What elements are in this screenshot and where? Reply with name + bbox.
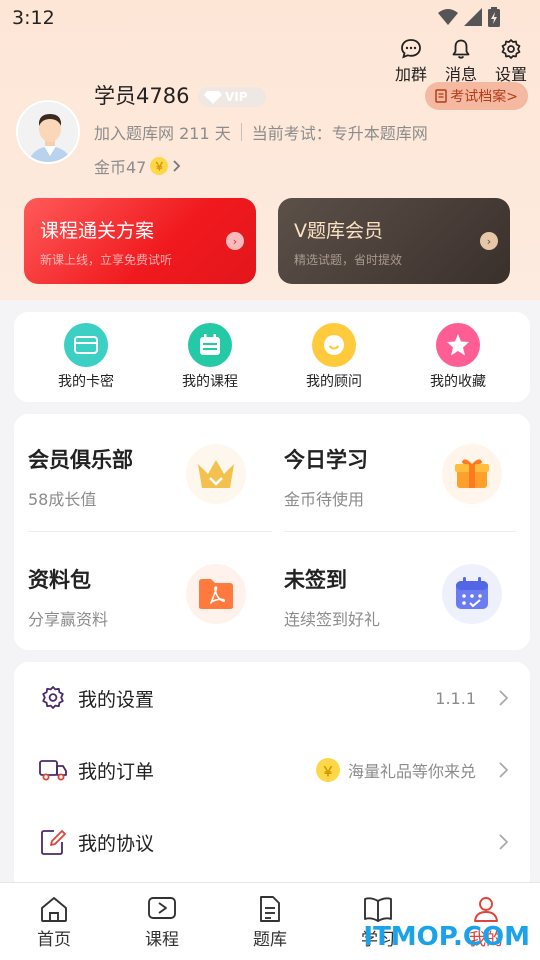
today-study-tile[interactable]: 今日学习 金币待使用 [284, 414, 516, 514]
gear-icon [501, 39, 521, 59]
exam-archive-button[interactable]: 考试档案> [425, 82, 528, 110]
chat-bubble-icon [401, 39, 421, 59]
status-bar: 3:12 [0, 0, 540, 36]
gear-icon [38, 683, 68, 713]
info-separator [240, 123, 242, 141]
top-actions: 加群 消息 设置 [392, 38, 530, 85]
grid-divider [284, 531, 516, 532]
card-icon [64, 323, 108, 367]
menu-item-agreement[interactable]: 我的协议 [38, 822, 510, 862]
my-favorites-label: 我的收藏 [430, 374, 486, 390]
menu-card: 我的设置 1.1.1 我的订单 ￥ 海量礼品等你来兑 我的协议 [14, 662, 530, 892]
vip-member-promo[interactable]: V题库会员 精选试题，省时提效 › [278, 198, 510, 284]
orders-promo: ￥ 海量礼品等你来兑 [315, 758, 476, 782]
chevron-right-icon [173, 160, 181, 172]
menu-orders-label: 我的订单 [78, 760, 155, 783]
my-courses-button[interactable]: 我的课程 [160, 323, 260, 391]
crown-icon [186, 444, 246, 504]
bell-icon [452, 39, 470, 59]
calendar-check-icon [442, 564, 502, 624]
my-card-key-label: 我的卡密 [58, 374, 114, 390]
chevron-right-icon: › [226, 232, 244, 250]
messages-button[interactable]: 消息 [442, 38, 480, 85]
today-study-subtitle: 金币待使用 [284, 490, 365, 509]
home-icon [41, 897, 67, 922]
resource-pack-tile[interactable]: 资料包 分享赢资料 [28, 534, 260, 634]
menu-settings-label: 我的设置 [78, 688, 155, 711]
coin-icon: ￥ [315, 758, 340, 782]
user-icon [474, 897, 498, 922]
course-plan-subtitle: 新课上线，立享免费试听 [40, 253, 173, 267]
tab-home-label: 首页 [37, 930, 71, 950]
tab-question-bank-label: 题库 [253, 930, 287, 950]
doc-icon [260, 896, 280, 922]
orders-promo-text: 海量礼品等你来兑 [347, 762, 476, 781]
my-favorites-button[interactable]: 我的收藏 [408, 323, 508, 391]
course-plan-title: 课程通关方案 [40, 220, 155, 242]
status-icons [438, 7, 500, 27]
pdf-folder-icon [186, 564, 246, 624]
current-exam-text[interactable]: 当前考试：专升本题库网 [252, 120, 428, 144]
member-club-subtitle: 58成长值 [28, 490, 97, 509]
coin-icon: ￥ [150, 157, 169, 175]
coin-balance[interactable]: 金币47 ￥ [94, 154, 182, 178]
tab-question-bank[interactable]: 题库 [216, 883, 324, 960]
coin-balance-text: 金币47 [94, 158, 147, 177]
username: 学员4786 [94, 84, 190, 108]
battery-icon [488, 7, 500, 27]
join-days-text: 加入题库网 211 天 [94, 124, 231, 143]
my-advisor-label: 我的顾问 [306, 374, 362, 390]
status-time: 3:12 [12, 7, 55, 29]
check-in-title: 未签到 [284, 568, 347, 592]
play-icon [148, 897, 176, 919]
avatar[interactable] [16, 100, 80, 164]
archive-icon [435, 89, 448, 103]
diamond-icon [204, 91, 222, 104]
chat-smile-icon [312, 323, 356, 367]
menu-agreement-label: 我的协议 [78, 832, 155, 855]
tab-courses-label: 课程 [145, 930, 179, 950]
app-version-text: 1.1.1 [435, 688, 476, 708]
signal-icon [464, 8, 482, 26]
my-card-key-button[interactable]: 我的卡密 [36, 323, 136, 391]
my-courses-label: 我的课程 [182, 374, 238, 390]
exam-archive-label: 考试档案> [450, 89, 518, 105]
menu-item-settings[interactable]: 我的设置 1.1.1 [38, 678, 510, 718]
course-plan-promo[interactable]: 课程通关方案 新课上线，立享免费试听 › [24, 198, 256, 284]
star-icon [436, 323, 480, 367]
watermark: ITMOP.COM [363, 922, 530, 952]
quick-actions-card: 我的卡密 我的课程 我的顾问 我的收藏 [14, 312, 530, 402]
truck-icon [38, 755, 68, 785]
chevron-right-icon [499, 834, 509, 850]
member-club-title: 会员俱乐部 [28, 448, 133, 472]
chevron-right-icon: › [480, 232, 498, 250]
vip-member-title: V题库会员 [294, 220, 383, 242]
edit-doc-icon [38, 827, 68, 857]
profile-info-line: 加入题库网 211 天 当前考试：专升本题库网 [94, 120, 428, 144]
grid-divider [28, 531, 272, 532]
calendar-icon [188, 323, 232, 367]
join-group-label: 加群 [394, 65, 427, 84]
check-in-subtitle: 连续签到好礼 [284, 610, 381, 629]
vip-member-subtitle: 精选试题，省时提效 [294, 253, 403, 267]
book-icon [364, 897, 392, 922]
member-club-tile[interactable]: 会员俱乐部 58成长值 [28, 414, 260, 514]
check-in-tile[interactable]: 未签到 连续签到好礼 [284, 534, 516, 634]
feature-grid-card: 会员俱乐部 58成长值 今日学习 金币待使用 资料包 分享赢资料 未签到 连续签… [14, 414, 530, 650]
tab-courses[interactable]: 课程 [108, 883, 216, 960]
resource-pack-subtitle: 分享赢资料 [28, 610, 109, 629]
join-group-button[interactable]: 加群 [392, 38, 430, 85]
chevron-right-icon [499, 690, 509, 706]
wifi-icon [438, 9, 458, 25]
today-study-title: 今日学习 [284, 448, 368, 472]
settings-button[interactable]: 设置 [492, 38, 530, 85]
gift-box-icon [442, 444, 502, 504]
vip-label: VIP [225, 90, 248, 104]
menu-item-orders[interactable]: 我的订单 ￥ 海量礼品等你来兑 [38, 750, 510, 790]
tab-home[interactable]: 首页 [0, 883, 108, 960]
my-advisor-button[interactable]: 我的顾问 [284, 323, 384, 391]
resource-pack-title: 资料包 [28, 568, 91, 592]
vip-badge[interactable]: VIP [198, 87, 266, 107]
chevron-right-icon [499, 762, 509, 778]
